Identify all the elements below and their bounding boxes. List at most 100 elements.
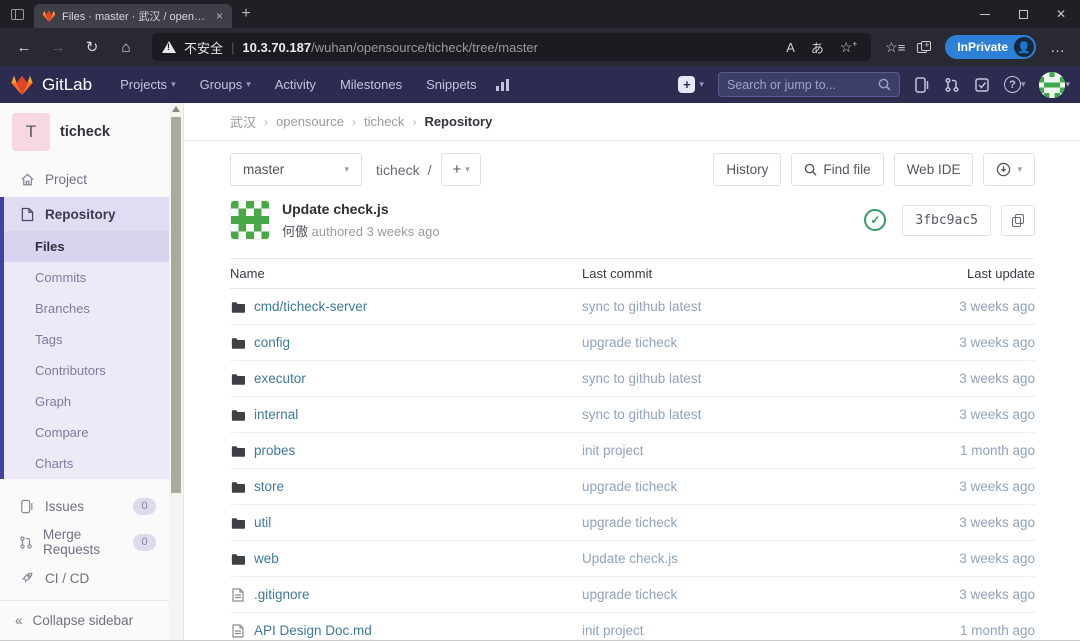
instance-statistics-icon[interactable] <box>495 77 511 93</box>
file-row: internal sync to github latest 3 weeks a… <box>230 397 1035 433</box>
close-button[interactable]: ✕ <box>1042 0 1080 28</box>
pipeline-status-icon[interactable]: ✓ <box>864 209 886 231</box>
last-commit-link[interactable]: init project <box>582 443 644 458</box>
last-commit-link[interactable]: sync to github latest <box>582 299 701 314</box>
last-commit-link[interactable]: upgrade ticheck <box>582 479 677 494</box>
sidebar-item-repository[interactable]: Repository <box>0 197 170 231</box>
download-button[interactable]: ▾ <box>983 153 1035 186</box>
new-tab-button[interactable]: + <box>232 0 260 28</box>
translate-icon[interactable]: あ <box>807 38 828 57</box>
file-name-link[interactable]: web <box>254 551 279 566</box>
nav-link[interactable]: Milestones <box>330 71 412 98</box>
sidebar-subitem-files[interactable]: Files <box>4 231 170 262</box>
last-commit-link[interactable]: init project <box>582 623 644 638</box>
inprivate-label: InPrivate <box>957 40 1008 54</box>
todos-icon[interactable] <box>974 77 990 93</box>
scrollbar-thumb[interactable] <box>171 117 181 493</box>
breadcrumb-separator-icon: › <box>352 115 356 129</box>
sidebar-subitem-branches[interactable]: Branches <box>4 293 170 324</box>
new-menu-button[interactable]: +▾ <box>678 76 704 93</box>
sidebar-scrollbar[interactable] <box>169 103 183 640</box>
search-input[interactable] <box>727 78 878 92</box>
file-name-link[interactable]: store <box>254 479 284 494</box>
collapse-sidebar-button[interactable]: « Collapse sidebar <box>0 600 170 640</box>
last-commit-link[interactable]: upgrade ticheck <box>582 515 677 530</box>
history-button[interactable]: History <box>713 153 781 186</box>
security-warning-icon[interactable] <box>162 41 176 53</box>
breadcrumb-link[interactable]: opensource <box>276 114 344 129</box>
last-commit-link[interactable]: sync to github latest <box>582 371 701 386</box>
commit-author-avatar[interactable] <box>230 200 270 240</box>
maximize-button[interactable] <box>1004 0 1042 28</box>
last-commit-link[interactable]: sync to github latest <box>582 407 701 422</box>
browser-tab[interactable]: Files · master · 武汉 / opensour × <box>34 4 232 28</box>
last-commit-link[interactable]: Update check.js <box>582 551 678 566</box>
file-name-link[interactable]: internal <box>254 407 298 422</box>
file-name-link[interactable]: executor <box>254 371 306 386</box>
nav-link[interactable]: Snippets <box>416 71 487 98</box>
breadcrumb-link[interactable]: ticheck <box>364 114 404 129</box>
sidebar-item-issues[interactable]: Issues 0 <box>0 488 170 524</box>
branch-selector[interactable]: master ▾ <box>230 153 362 186</box>
file-name-link[interactable]: config <box>254 335 290 350</box>
commit-author[interactable]: 何傲 <box>282 224 308 239</box>
issues-icon[interactable] <box>914 77 930 93</box>
tab-close-icon[interactable]: × <box>213 9 226 23</box>
sidebar-subitem-commits[interactable]: Commits <box>4 262 170 293</box>
sidebar-subitem-compare[interactable]: Compare <box>4 417 170 448</box>
back-icon[interactable]: ← <box>8 32 40 62</box>
security-label[interactable]: 不安全 <box>184 38 223 57</box>
sidebar-subitem-charts[interactable]: Charts <box>4 448 170 479</box>
add-file-button[interactable]: + ▾ <box>441 153 480 186</box>
sidebar-item-label: CI / CD <box>45 571 89 586</box>
file-name-link[interactable]: probes <box>254 443 295 458</box>
sidebar-item-cicd[interactable]: CI / CD <box>0 560 170 596</box>
repository-content: master ▾ ticheck / + ▾ History Find file <box>184 141 1080 640</box>
profile-avatar-icon[interactable]: 👤 <box>1014 37 1034 57</box>
find-file-button[interactable]: Find file <box>791 153 883 186</box>
project-link[interactable]: ticheck <box>376 162 420 178</box>
favorites-bar-icon[interactable]: ☆≡ <box>881 39 909 56</box>
help-menu[interactable]: ?▾ <box>1004 76 1026 93</box>
breadcrumb-link[interactable]: 武汉 <box>230 112 256 131</box>
inprivate-badge[interactable]: InPrivate 👤 <box>945 35 1036 59</box>
last-update-text: 3 weeks ago <box>959 407 1035 422</box>
read-aloud-icon[interactable]: A <box>782 40 799 55</box>
merge-requests-icon[interactable] <box>944 77 960 93</box>
web-ide-button[interactable]: Web IDE <box>894 153 974 186</box>
global-search[interactable] <box>718 72 900 97</box>
commit-hash[interactable]: 3fbc9ac5 <box>902 205 991 236</box>
sidebar-item-merge-requests[interactable]: Merge Requests 0 <box>0 524 170 560</box>
file-name-link[interactable]: cmd/ticheck-server <box>254 299 367 314</box>
url-text[interactable]: 10.3.70.187/wuhan/opensource/ticheck/tre… <box>242 40 774 55</box>
file-name-link[interactable]: API Design Doc.md <box>254 623 372 638</box>
sidebar-subitem-tags[interactable]: Tags <box>4 324 170 355</box>
file-name-link[interactable]: util <box>254 515 271 530</box>
nav-link[interactable]: Activity <box>265 71 326 98</box>
url-field[interactable]: 不安全 | 10.3.70.187/wuhan/opensource/tiche… <box>152 33 871 61</box>
commit-title[interactable]: Update check.js <box>282 201 440 217</box>
collections-icon[interactable]: + <box>917 41 931 53</box>
gitlab-logo[interactable]: GitLab <box>10 73 92 97</box>
scrollbar-up-icon[interactable] <box>172 106 180 112</box>
sidebar-item-project[interactable]: Project <box>0 161 170 197</box>
add-favorite-icon[interactable]: ☆+ <box>836 39 861 56</box>
file-name-link[interactable]: .gitignore <box>254 587 310 602</box>
sidebar-project-header[interactable]: T ticheck <box>0 103 170 161</box>
breadcrumb-separator-icon: › <box>412 115 416 129</box>
nav-link[interactable]: Groups▾ <box>190 71 261 98</box>
sidebar-subitem-contributors[interactable]: Contributors <box>4 355 170 386</box>
last-commit-link[interactable]: upgrade ticheck <box>582 587 677 602</box>
user-menu[interactable]: ▾ <box>1039 72 1070 98</box>
last-commit-link[interactable]: upgrade ticheck <box>582 335 677 350</box>
tab-actions-icon[interactable] <box>0 0 34 28</box>
last-update-text: 1 month ago <box>960 623 1035 638</box>
sidebar-subitem-graph[interactable]: Graph <box>4 386 170 417</box>
forward-icon[interactable]: → <box>42 32 74 62</box>
browser-menu-icon[interactable]: … <box>1044 39 1072 56</box>
nav-link[interactable]: Projects▾ <box>110 71 186 98</box>
copy-hash-button[interactable] <box>1001 205 1035 236</box>
refresh-icon[interactable]: ↻ <box>76 32 108 62</box>
home-icon[interactable]: ⌂ <box>110 32 142 62</box>
minimize-button[interactable] <box>966 0 1004 28</box>
